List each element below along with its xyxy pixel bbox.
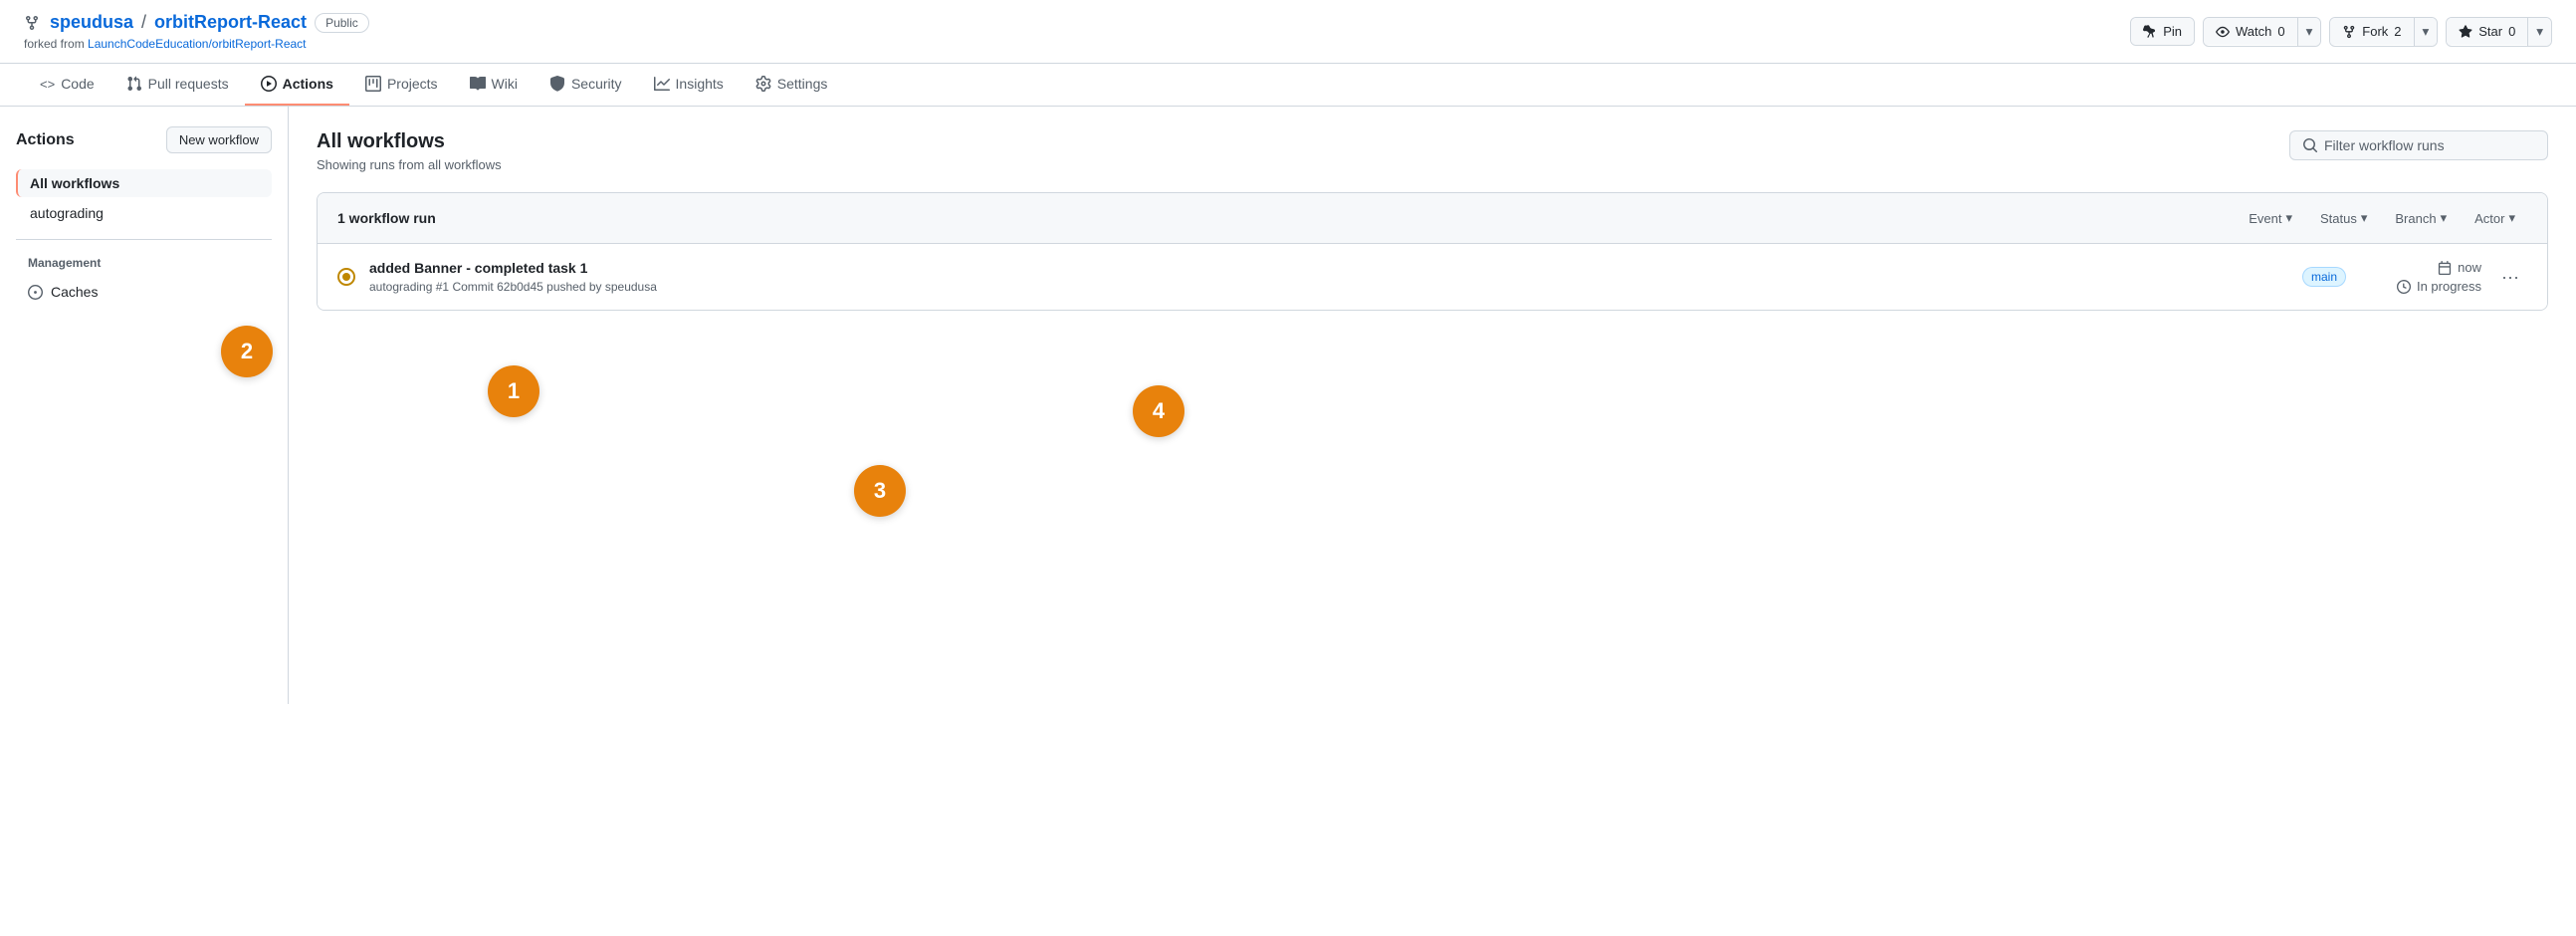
branch-badge[interactable]: main [2302,267,2346,287]
repo-info: speudusa / orbitReport-React Public fork… [24,12,369,51]
watch-button[interactable]: Watch 0 [2204,18,2297,45]
fork-button[interactable]: Fork 2 [2330,18,2413,45]
status-filter-button[interactable]: Status ▾ [2308,205,2379,231]
tab-settings[interactable]: Settings [740,64,844,106]
fork-group: Fork 2 ▾ [2329,17,2438,47]
run-status-row: In progress [2397,279,2481,294]
status-circle [337,268,355,286]
tab-security[interactable]: Security [534,64,638,106]
fork-dropdown[interactable]: ▾ [2414,18,2438,46]
sidebar-item-autograding[interactable]: autograding [16,199,272,227]
fork-source: forked from LaunchCodeEducation/orbitRep… [24,37,369,51]
management-section-label: Management [28,256,272,270]
sidebar: Actions New workflow All workflows autog… [0,107,289,704]
chevron-icon: ▾ [2361,210,2368,226]
runs-count: 1 workflow run [337,210,436,226]
main-subtitle: Showing runs from all workflows [317,157,502,172]
tab-projects[interactable]: Projects [349,64,454,106]
tab-insights[interactable]: Insights [638,64,740,106]
chevron-icon: ▾ [2441,210,2448,226]
settings-icon [755,76,771,92]
status-dot [342,273,350,281]
run-more-button[interactable]: ··· [2493,263,2527,292]
actions-icon [261,76,277,92]
chevron-icon: ▾ [2285,210,2292,226]
security-icon [549,76,565,92]
main-content: All workflows Showing runs from all work… [289,107,2576,704]
event-filter-button[interactable]: Event ▾ [2237,205,2304,231]
run-time: now In progress [2362,260,2481,294]
runs-table: 1 workflow run Event ▾ Status ▾ Branch ▾ [317,192,2548,311]
tab-pull-requests[interactable]: Pull requests [110,64,245,106]
pull-requests-icon [126,76,142,92]
tab-actions[interactable]: Actions [245,64,349,106]
sidebar-header: Actions New workflow [16,126,272,153]
layout: Actions New workflow All workflows autog… [0,107,2576,704]
top-bar: speudusa / orbitReport-React Public fork… [0,0,2576,64]
run-status-icon [337,268,355,286]
watch-group: Watch 0 ▾ [2203,17,2321,47]
annotation-3: 3 [854,465,906,517]
code-icon: <> [40,77,55,92]
run-number: #1 [436,280,449,294]
main-title-group: All workflows Showing runs from all work… [317,130,502,172]
run-info: added Banner - completed task 1 autograd… [369,260,2286,294]
pin-button[interactable]: Pin [2131,18,2194,45]
public-badge: Public [315,13,369,33]
actor-filter-button[interactable]: Actor ▾ [2463,205,2527,231]
filter-input[interactable] [2324,137,2523,153]
main-title: All workflows [317,130,502,153]
runs-header: 1 workflow run Event ▾ Status ▾ Branch ▾ [318,193,2547,244]
search-icon [2302,137,2318,153]
repo-name[interactable]: orbitReport-React [154,12,307,33]
annotation-4: 4 [1133,385,1184,437]
all-workflows-label: All workflows [30,175,119,191]
clock-icon [2397,280,2411,294]
wiki-icon [470,76,486,92]
run-time-label: now [2458,260,2481,275]
star-group: Star 0 ▾ [2446,17,2552,47]
commit-text: Commit 62b0d45 pushed by speudusa [452,280,656,294]
pin-group: Pin [2130,17,2195,46]
annotation-1: 1 [488,365,539,417]
branch-filter-button[interactable]: Branch ▾ [2383,205,2459,231]
fork-source-link[interactable]: LaunchCodeEducation/orbitReport-React [88,37,306,51]
repo-org[interactable]: speudusa [50,12,133,33]
run-time-now: now [2438,260,2481,275]
run-status-label: In progress [2417,279,2481,294]
calendar-icon [2438,261,2452,275]
run-meta: autograding #1 Commit 62b0d45 pushed by … [369,280,2286,294]
tab-wiki[interactable]: Wiki [454,64,534,106]
repo-title: speudusa / orbitReport-React Public [24,12,369,33]
nav-tabs: <> Code Pull requests Actions Projects W… [0,64,2576,107]
caches-label: Caches [51,284,98,300]
autograding-label: autograding [30,205,104,221]
sidebar-title: Actions [16,131,75,149]
projects-icon [365,76,381,92]
insights-icon [654,76,670,92]
watch-dropdown[interactable]: ▾ [2297,18,2321,46]
new-workflow-button[interactable]: New workflow [166,126,272,153]
table-row: added Banner - completed task 1 autograd… [318,244,2547,310]
top-actions: Pin Watch 0 ▾ Fork 2 ▾ Star [2130,17,2552,47]
star-dropdown[interactable]: ▾ [2527,18,2551,46]
main-header: All workflows Showing runs from all work… [317,130,2548,172]
sidebar-divider [16,239,272,240]
chevron-icon: ▾ [2508,210,2515,226]
runs-filters: Event ▾ Status ▾ Branch ▾ Actor ▾ [2237,205,2527,231]
filter-input-wrapper [2289,130,2548,160]
database-icon [28,285,43,300]
star-button[interactable]: Star 0 [2447,18,2527,45]
sidebar-item-caches[interactable]: Caches [16,278,272,306]
sidebar-item-all-workflows[interactable]: All workflows [16,169,272,197]
tab-code[interactable]: <> Code [24,64,110,106]
workflow-name: autograding [369,280,432,294]
repo-slash: / [141,12,146,33]
run-title[interactable]: added Banner - completed task 1 [369,260,2286,276]
